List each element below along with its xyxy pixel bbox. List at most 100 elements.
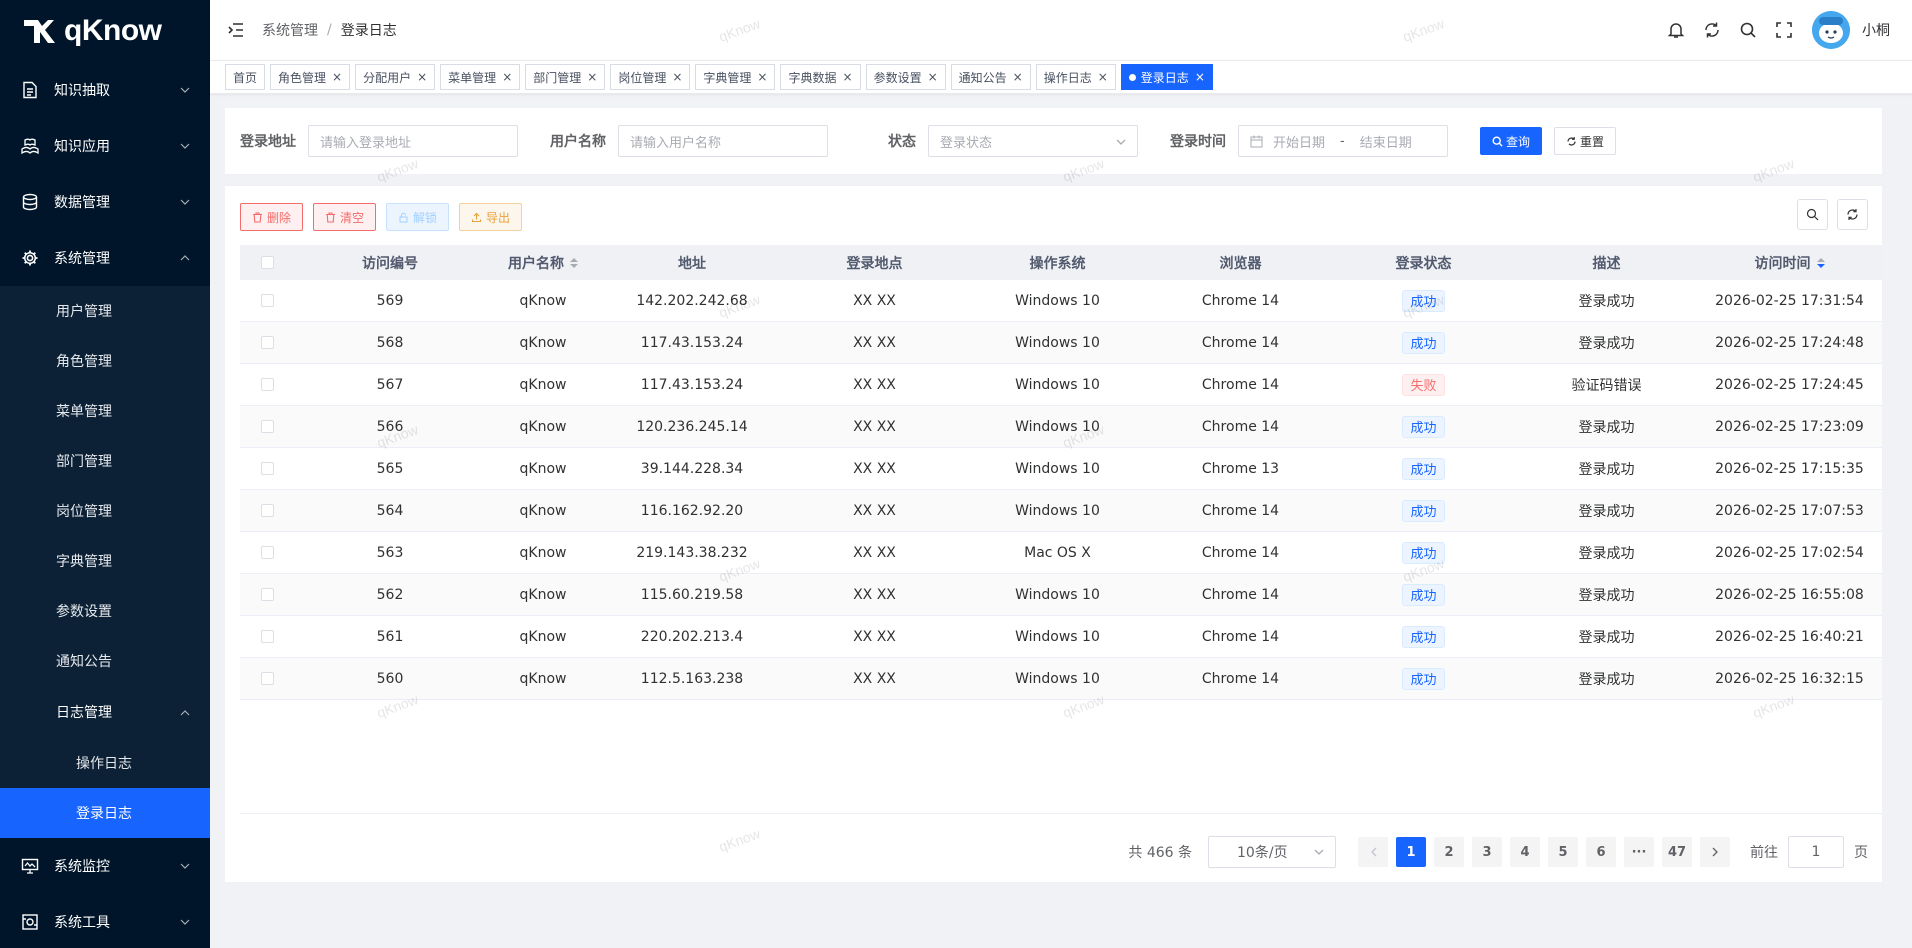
sidebar-item-4[interactable]: 系统监控 [0, 838, 210, 894]
bell-icon[interactable] [1666, 20, 1686, 40]
submenu-item[interactable]: 参数设置 [0, 586, 210, 636]
submenu-item[interactable]: 部门管理 [0, 436, 210, 486]
row-checkbox[interactable] [261, 504, 274, 517]
refresh-table-button[interactable] [1837, 199, 1868, 230]
tab-0[interactable]: 首页 [225, 64, 266, 90]
page-button[interactable]: 3 [1472, 837, 1502, 867]
avatar[interactable] [1812, 11, 1850, 49]
table-row[interactable]: 562 qKnow 115.60.219.58 XX XX Windows 10 Chro… [240, 574, 1882, 616]
table-row[interactable]: 564 qKnow 116.162.92.20 XX XX Windows 10 Chro… [240, 490, 1882, 532]
tab-8[interactable]: 参数设置 × [865, 64, 946, 90]
close-icon[interactable]: × [757, 70, 767, 84]
logo[interactable]: qKnow [0, 0, 210, 62]
submenu-item[interactable]: 菜单管理 [0, 386, 210, 436]
prev-page-button[interactable] [1358, 837, 1388, 867]
sidebar-item-2[interactable]: 数据管理 [0, 174, 210, 230]
submenu-item-log[interactable]: 操作日志 [0, 738, 210, 788]
close-icon[interactable]: × [843, 70, 853, 84]
sidebar-item-1[interactable]: 知识应用 [0, 118, 210, 174]
clear-button[interactable]: 清空 [313, 203, 377, 231]
export-button[interactable]: 导出 [459, 203, 523, 231]
submenu-group-log[interactable]: 日志管理 [0, 686, 210, 738]
tab-11[interactable]: 登录日志 × [1120, 64, 1213, 90]
username[interactable]: 小桐 [1862, 20, 1890, 40]
submenu-item[interactable]: 角色管理 [0, 336, 210, 386]
goto-page-input[interactable]: 1 [1788, 836, 1844, 868]
page-button[interactable]: 4 [1510, 837, 1540, 867]
page-button[interactable]: 47 [1662, 837, 1692, 867]
tab-3[interactable]: 菜单管理 × [440, 64, 521, 90]
submenu-item[interactable]: 岗位管理 [0, 486, 210, 536]
username-input[interactable]: 请输入用户名称 [618, 125, 828, 157]
submenu-item[interactable]: 字典管理 [0, 536, 210, 586]
fullscreen-icon[interactable] [1774, 20, 1794, 40]
tab-5[interactable]: 岗位管理 × [610, 64, 691, 90]
page-button[interactable]: 2 [1434, 837, 1464, 867]
tab-10[interactable]: 操作日志 × [1035, 64, 1116, 90]
row-checkbox[interactable] [261, 588, 274, 601]
status-select[interactable]: 登录状态 [928, 125, 1138, 157]
refresh-icon[interactable] [1702, 20, 1722, 40]
row-checkbox[interactable] [261, 546, 274, 559]
reset-button[interactable]: 重置 [1554, 127, 1617, 155]
close-icon[interactable]: × [928, 70, 938, 84]
next-page-button[interactable] [1700, 837, 1730, 867]
close-icon[interactable]: × [1195, 70, 1205, 84]
collapse-sidebar-icon[interactable] [226, 20, 246, 40]
tab-4[interactable]: 部门管理 × [525, 64, 606, 90]
tab-6[interactable]: 字典管理 × [695, 64, 776, 90]
sidebar-item-0[interactable]: 知识抽取 [0, 62, 210, 118]
select-all-checkbox[interactable] [261, 256, 274, 269]
toggle-search-button[interactable] [1797, 199, 1828, 230]
close-icon[interactable]: × [502, 70, 512, 84]
more-pages-button[interactable]: ··· [1624, 837, 1654, 867]
table-row[interactable]: 567 qKnow 117.43.153.24 XX XX Windows 10 Chro… [240, 364, 1882, 406]
table-row[interactable]: 560 qKnow 112.5.163.238 XX XX Windows 10 Chro… [240, 658, 1882, 700]
table-row[interactable]: 565 qKnow 39.144.228.34 XX XX Windows 10 Chro… [240, 448, 1882, 490]
submenu-item[interactable]: 用户管理 [0, 286, 210, 336]
page-button[interactable]: 6 [1586, 837, 1616, 867]
table-row[interactable]: 566 qKnow 120.236.245.14 XX XX Windows 10 Chr… [240, 406, 1882, 448]
cell-time: 2026-02-25 17:24:48 [1715, 334, 1864, 351]
sort-caret-icon[interactable] [1816, 257, 1825, 268]
delete-button[interactable]: 删除 [240, 203, 304, 231]
tab-2[interactable]: 分配用户 × [355, 64, 436, 90]
col-header-time[interactable]: 访问时间 [1698, 253, 1881, 273]
tab-9[interactable]: 通知公告 × [950, 64, 1031, 90]
sort-caret-icon[interactable] [570, 257, 578, 268]
close-icon[interactable]: × [417, 70, 427, 84]
page-button[interactable]: 5 [1548, 837, 1578, 867]
close-icon[interactable]: × [672, 70, 682, 84]
row-checkbox[interactable] [261, 294, 274, 307]
close-icon[interactable]: × [1013, 70, 1023, 84]
sidebar-item-3[interactable]: 系统管理 [0, 230, 210, 286]
breadcrumb-item-system[interactable]: 系统管理 [262, 20, 318, 40]
table-row[interactable]: 569 qKnow 142.202.242.68 XX XX Windows 10 Chr… [240, 280, 1882, 322]
date-range-picker[interactable]: 开始日期 - 结束日期 [1238, 125, 1448, 157]
row-checkbox[interactable] [261, 672, 274, 685]
tab-7[interactable]: 字典数据 × [780, 64, 861, 90]
sidebar-item-5[interactable]: 系统工具 [0, 894, 210, 948]
col-header-username[interactable]: 用户名称 [485, 253, 601, 273]
table-row[interactable]: 568 qKnow 117.43.153.24 XX XX Windows 10 Chro… [240, 322, 1882, 364]
end-date-placeholder: 结束日期 [1359, 135, 1412, 151]
close-icon[interactable]: × [1098, 70, 1108, 84]
close-icon[interactable]: × [587, 70, 597, 84]
table-row[interactable]: 561 qKnow 220.202.213.4 XX XX Windows 10 Chro… [240, 616, 1882, 658]
row-checkbox[interactable] [261, 462, 274, 475]
close-icon[interactable]: × [332, 70, 342, 84]
page-size-select[interactable]: 10条/页 [1208, 836, 1336, 868]
row-checkbox[interactable] [261, 420, 274, 433]
search-icon[interactable] [1738, 20, 1758, 40]
page-button[interactable]: 1 [1396, 837, 1426, 867]
query-button[interactable]: 查询 [1480, 127, 1543, 155]
row-checkbox[interactable] [261, 630, 274, 643]
table-row[interactable]: 563 qKnow 219.143.38.232 XX XX Mac OS X Chrom… [240, 532, 1882, 574]
address-input[interactable]: 请输入登录地址 [308, 125, 518, 157]
row-checkbox[interactable] [261, 378, 274, 391]
submenu-item[interactable]: 通知公告 [0, 636, 210, 686]
row-checkbox[interactable] [261, 336, 274, 349]
submenu-item-log[interactable]: 登录日志 [0, 788, 210, 838]
unlock-button[interactable]: 解锁 [386, 203, 450, 231]
tab-1[interactable]: 角色管理 × [270, 64, 351, 90]
